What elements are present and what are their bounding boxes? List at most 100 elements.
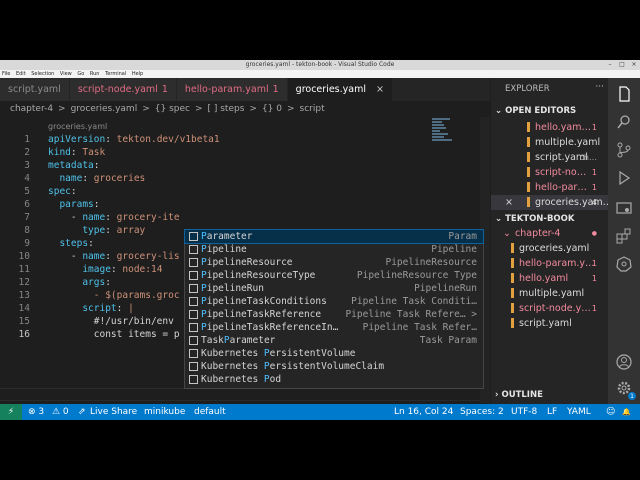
suggestion-item[interactable]: PipelineTaskReference Pipeline Task Refer… bbox=[185, 308, 483, 321]
tekton-book-header[interactable]: ⌄ TEKTON-BOOK bbox=[495, 214, 574, 224]
problem-count-badge: 1 bbox=[591, 274, 597, 283]
file-item[interactable]: multiple.yaml bbox=[491, 135, 609, 150]
remote-indicator-icon[interactable]: ⚡ bbox=[0, 404, 22, 420]
file-name: hello.yaml bbox=[519, 273, 569, 284]
suggestion-label: TaskParameter bbox=[201, 334, 275, 347]
indentation[interactable]: Spaces: 2 bbox=[460, 404, 504, 420]
line-content: - name: grocery-ite bbox=[48, 211, 180, 224]
line-content: apiVersion: tekton.dev/v1beta1 bbox=[48, 133, 220, 146]
file-item[interactable]: script-node.y… 1 bbox=[491, 301, 609, 316]
tab-hello-param-yaml[interactable]: hello-param.yaml 1 bbox=[176, 78, 288, 101]
line-content: steps: bbox=[48, 237, 93, 250]
breadcrumb-item[interactable]: {} 0 bbox=[262, 104, 282, 114]
breadcrumb-item[interactable]: [ ] steps bbox=[208, 104, 245, 114]
file-item[interactable]: hello.yaml 1 bbox=[491, 271, 609, 286]
menu-file[interactable]: File bbox=[2, 71, 10, 77]
problem-count-badge: 1 bbox=[272, 84, 279, 95]
breadcrumb-item[interactable]: script bbox=[300, 104, 325, 114]
breadcrumb-item[interactable]: groceries.yaml bbox=[71, 104, 138, 114]
file-item[interactable]: hello-par… 1 bbox=[491, 180, 609, 195]
file-item[interactable]: script.yaml bbox=[491, 316, 609, 331]
tab-script-node-yaml[interactable]: script-node.yaml 1 bbox=[69, 78, 177, 101]
remote-explorer-icon[interactable] bbox=[616, 200, 632, 216]
end-of-line[interactable]: LF bbox=[547, 404, 557, 420]
breadcrumb-item[interactable]: chapter-4 bbox=[10, 104, 53, 114]
cursor-position[interactable]: Ln 16, Col 24 bbox=[394, 404, 453, 420]
suggestion-item[interactable]: Kubernetes Pod bbox=[185, 373, 483, 386]
folder-chapter-4[interactable]: ⌄ chapter-4 ● bbox=[491, 226, 609, 241]
extensions-icon[interactable] bbox=[616, 228, 632, 244]
outline-header[interactable]: › OUTLINE bbox=[495, 390, 543, 400]
file-item[interactable]: multiple.yaml bbox=[491, 286, 609, 301]
suggestion-detail: PipelineResource Type bbox=[356, 270, 477, 281]
line-content: params: bbox=[48, 198, 99, 211]
tab-label: script-node.yaml bbox=[77, 84, 158, 95]
file-item[interactable]: hello-param.y… 1 bbox=[491, 256, 609, 271]
menu-go[interactable]: Go bbox=[77, 71, 84, 77]
close-editor-icon[interactable]: × bbox=[505, 195, 513, 210]
yaml-separator: : bbox=[70, 147, 83, 158]
file-item[interactable]: groceries.yam… 4 × bbox=[491, 195, 609, 210]
suggestion-item[interactable]: Parameter Param bbox=[184, 229, 484, 244]
tab-script-yaml[interactable]: script.yaml bbox=[0, 78, 70, 101]
yaml-value: grocery-lis bbox=[116, 251, 180, 262]
run-icon[interactable] bbox=[616, 170, 632, 186]
live-share-button[interactable]: Live Share bbox=[90, 404, 137, 420]
warnings-indicator[interactable]: ⚠ 0 bbox=[52, 404, 69, 420]
suggestion-item[interactable]: Kubernetes PersistentVolume bbox=[185, 347, 483, 360]
file-item[interactable]: groceries.yaml bbox=[491, 241, 609, 256]
live-share-icon[interactable]: ⇗ bbox=[78, 404, 86, 420]
kubernetes-icon[interactable] bbox=[616, 256, 632, 272]
menu-selection[interactable]: Selection bbox=[31, 71, 54, 77]
suggestion-item[interactable]: PipelineTaskConditions Pipeline Task Cond… bbox=[185, 295, 483, 308]
yaml-file-icon bbox=[527, 197, 530, 207]
files-icon[interactable] bbox=[616, 86, 632, 102]
suggestion-item[interactable]: Kubernetes PersistentVolumeClaim bbox=[185, 360, 483, 373]
errors-indicator[interactable]: ⊗ 3 bbox=[28, 404, 44, 420]
vscode-window: groceries.yaml - tekton-book - Visual St… bbox=[0, 60, 640, 420]
language-mode[interactable]: YAML bbox=[567, 404, 591, 420]
problem-count-badge: 1 bbox=[591, 123, 597, 132]
yaml-key: image bbox=[82, 264, 111, 275]
encoding[interactable]: UTF-8 bbox=[511, 404, 537, 420]
file-item[interactable]: script.yaml ch… bbox=[491, 150, 609, 165]
yaml-separator: : bbox=[105, 277, 111, 288]
suggestion-item[interactable]: PipelineResource PipelineResource bbox=[185, 256, 483, 269]
menu-edit[interactable]: Edit bbox=[16, 71, 26, 77]
suggestion-item[interactable]: PipelineRun PipelineRun bbox=[185, 282, 483, 295]
suggestion-item[interactable]: PipelineResourceType PipelineResource Typ… bbox=[185, 269, 483, 282]
yaml-file-icon bbox=[511, 288, 514, 298]
minimap[interactable] bbox=[432, 117, 456, 147]
file-item[interactable]: script-no… 1 bbox=[491, 165, 609, 180]
feedback-icon[interactable]: ☺ bbox=[606, 404, 615, 420]
suggestion-item[interactable]: TaskParameter Task Param bbox=[185, 334, 483, 347]
breadcrumb-item[interactable]: {} spec bbox=[155, 104, 190, 114]
minimize-icon[interactable]: – bbox=[606, 61, 614, 69]
suggestion-item[interactable]: Pipeline Pipeline bbox=[185, 243, 483, 256]
autocomplete-widget[interactable]: Parameter Param Pipeline Pipeline PipelineRe… bbox=[184, 229, 484, 389]
tab-groceries-yaml[interactable]: groceries.yaml × bbox=[287, 78, 393, 101]
more-actions-icon[interactable]: ··· bbox=[595, 82, 604, 92]
menu-help[interactable]: Help bbox=[132, 71, 143, 77]
svg-text:1: 1 bbox=[630, 393, 634, 400]
snippet-icon bbox=[189, 323, 198, 332]
maximize-icon[interactable]: □ bbox=[618, 61, 626, 69]
file-item[interactable]: hello.yam… 1 bbox=[491, 120, 609, 135]
kubernetes-namespace[interactable]: default bbox=[194, 404, 226, 420]
menu-view[interactable]: View bbox=[60, 71, 72, 77]
chevron-down-icon: ⌄ bbox=[503, 228, 511, 239]
yaml-value: grocery-ite bbox=[116, 212, 180, 223]
menu-run[interactable]: Run bbox=[90, 71, 100, 77]
open-editors-header[interactable]: ⌄ OPEN EDITORS bbox=[495, 106, 576, 116]
source-control-icon[interactable] bbox=[616, 142, 632, 158]
suggestion-item[interactable]: PipelineTaskReferenceIn… Pipeline Task Re… bbox=[185, 321, 483, 334]
menu-terminal[interactable]: Terminal bbox=[105, 71, 126, 77]
account-icon[interactable] bbox=[616, 354, 632, 370]
kubernetes-cluster[interactable]: minikube bbox=[144, 404, 185, 420]
notifications-bell-icon[interactable]: 🔔 bbox=[622, 404, 631, 420]
close-tab-icon[interactable]: × bbox=[376, 84, 384, 95]
yaml-value: array bbox=[116, 225, 146, 236]
close-window-icon[interactable]: × bbox=[630, 61, 638, 69]
search-icon[interactable] bbox=[616, 114, 632, 130]
